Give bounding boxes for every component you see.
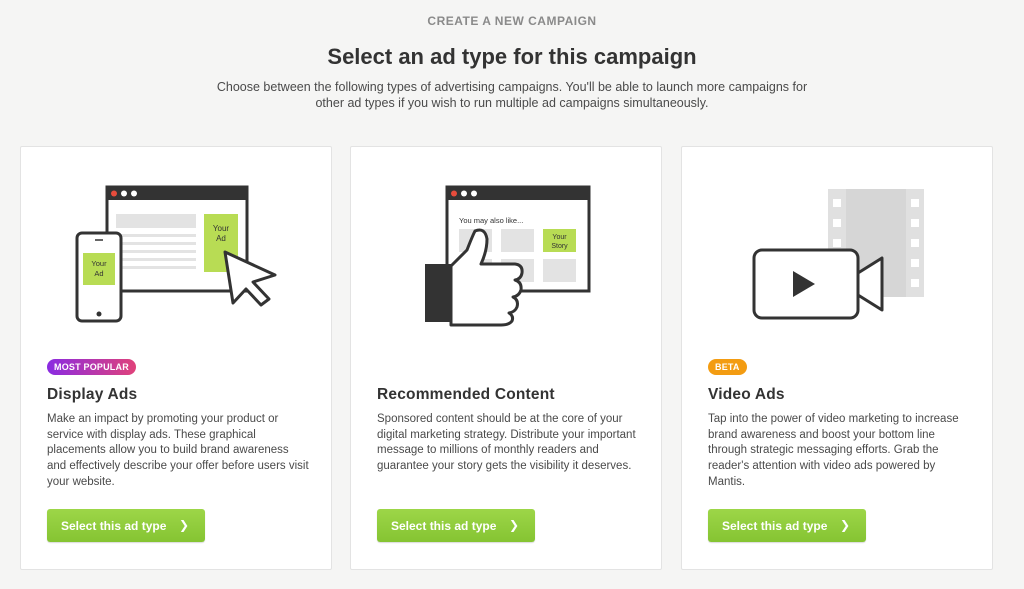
ad-type-card-recommended[interactable]: You may also like... Your Story Recommen… [350,146,662,570]
select-ad-type-button-display[interactable]: Select this ad type ❯ [47,509,205,542]
display-ads-illustration: Your Ad Your Ad [75,185,277,323]
thumbs-up-illustration: You may also like... Your Story [425,185,591,327]
select-ad-type-button-video[interactable]: Select this ad type ❯ [708,509,866,542]
card-description: Sponsored content should be at the core … [377,413,636,473]
page-title: Select an ad type for this campaign [327,44,697,69]
button-label: Select this ad type [391,518,497,533]
display-tile-label-2: Ad [216,234,226,243]
chevron-right-icon: ❯ [839,518,850,532]
story-tile-label-2: Story [551,243,568,250]
card-title: Recommended Content [377,386,555,403]
card-description: Make an impact by promoting your product… [47,413,309,488]
card-title: Video Ads [708,386,785,403]
page-kicker: CREATE A NEW CAMPAIGN [427,14,597,28]
ad-type-card-display[interactable]: Your Ad Your Ad MOST POPULAR Display Ads… [20,146,332,570]
card-description: Tap into the power of video marketing to… [708,413,959,488]
video-camera-illustration [752,189,924,320]
phone-tile-label-2: Ad [94,269,103,278]
recommend-heading: You may also like... [459,216,523,225]
chevron-right-icon: ❯ [178,518,189,532]
card-title: Display Ads [47,386,138,403]
chevron-right-icon: ❯ [508,518,519,532]
page-subtitle: Choose between the following types of ad… [216,80,808,110]
most-popular-badge: MOST POPULAR [47,359,136,375]
button-label: Select this ad type [722,518,828,533]
display-tile-label-1: Your [213,224,230,233]
story-tile-label-1: Your [552,234,567,241]
phone-tile-label-1: Your [91,259,107,268]
button-label: Select this ad type [61,518,167,533]
beta-badge: BETA [708,359,747,375]
select-ad-type-button-recommended[interactable]: Select this ad type ❯ [377,509,535,542]
ad-type-card-video[interactable]: BETA Video Ads Tap into the power of vid… [681,146,993,570]
